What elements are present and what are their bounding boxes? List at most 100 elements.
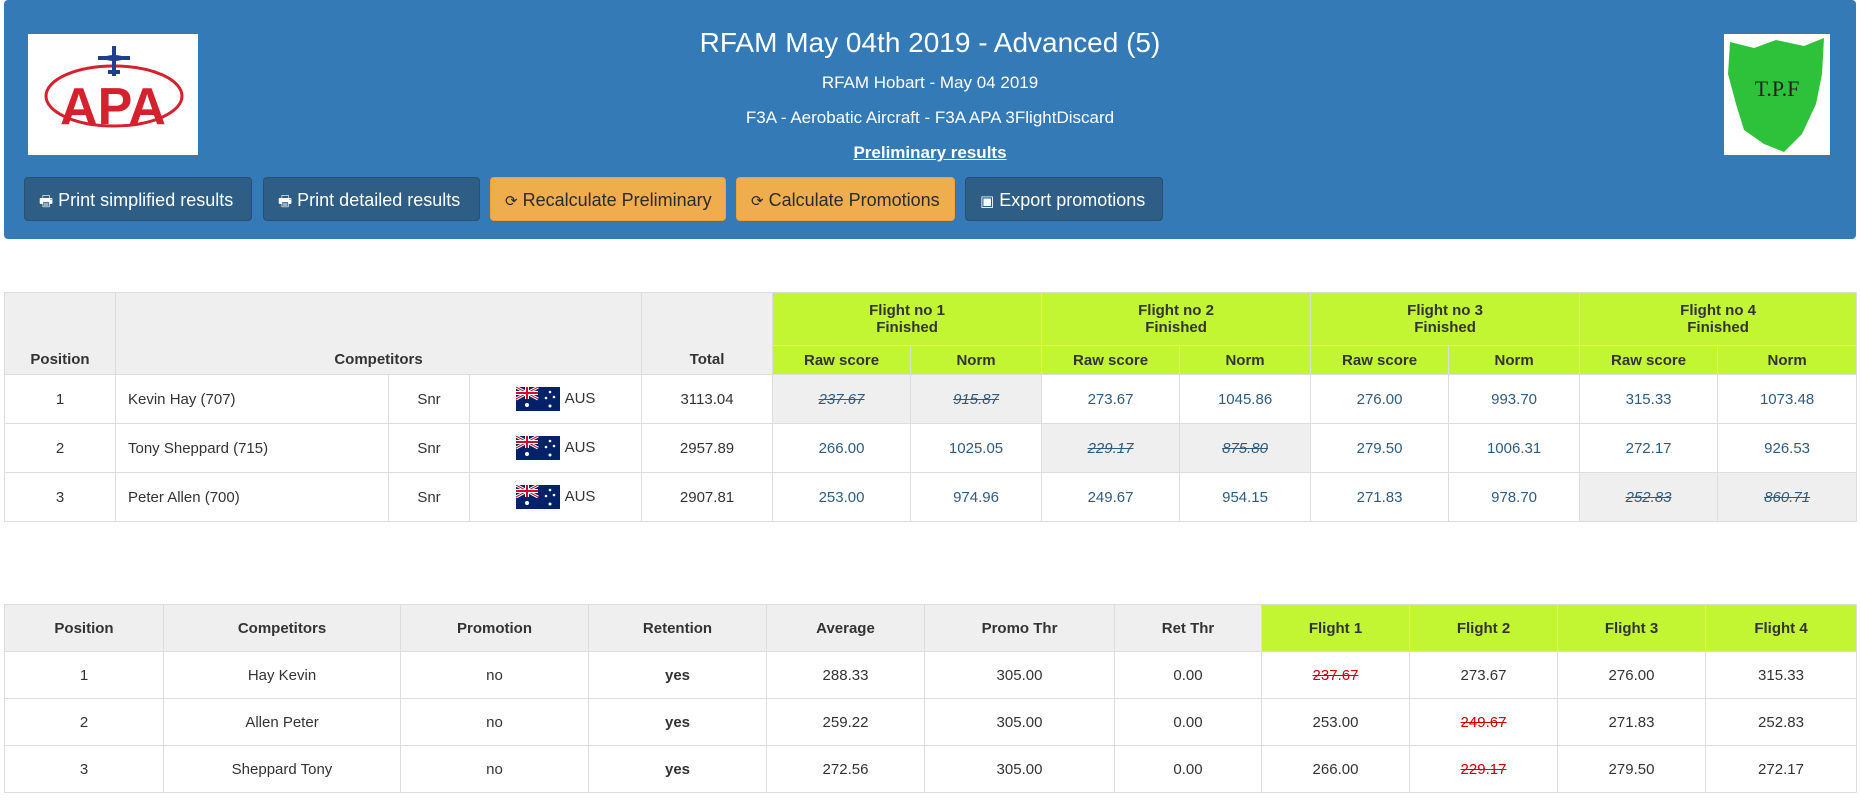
flight-score-cell: 279.50: [1557, 745, 1706, 793]
flight-2-header: Flight no 2 Finished: [1041, 292, 1312, 346]
event-subtitle: RFAM Hobart - May 04 2019: [821, 73, 1039, 92]
raw-score-cell: 237.67: [772, 374, 912, 424]
apa-logo: APA: [28, 34, 198, 155]
svg-text:T.P.F: T.P.F: [1755, 76, 1800, 101]
norm-score-cell: 860.71: [1717, 472, 1858, 522]
norm-score-cell: 1045.86: [1179, 374, 1312, 424]
flight-score-cell: 249.67: [1409, 698, 1558, 746]
flight-score-cell: 229.17: [1409, 745, 1558, 793]
class-cell: Snr: [388, 374, 470, 424]
norm-score-cell: 1006.31: [1448, 423, 1581, 473]
refresh-icon: ⟳: [505, 193, 518, 210]
norm-score-cell: 1073.48: [1717, 374, 1858, 424]
position-cell: 3: [4, 472, 116, 522]
position-cell: 1: [4, 374, 116, 424]
tpf-logo: T.P.F: [1724, 34, 1830, 155]
total-cell: 2957.89: [641, 423, 774, 473]
raw-score-cell: 315.33: [1579, 374, 1719, 424]
class-cell: Snr: [388, 423, 470, 473]
raw-score-cell: 273.67: [1041, 374, 1181, 424]
raw-score-cell: 252.83: [1579, 472, 1719, 522]
recalculate-preliminary-button[interactable]: ⟳ Recalculate Preliminary: [490, 177, 726, 221]
norm-score-cell: 926.53: [1717, 423, 1858, 473]
norm-score-cell: 1025.05: [910, 423, 1043, 473]
flight-score-cell: 253.00: [1261, 698, 1410, 746]
raw-score-cell: 249.67: [1041, 472, 1181, 522]
average-cell: 272.56: [766, 745, 925, 793]
total-cell: 3113.04: [641, 374, 774, 424]
promo-header-flight-1: Flight 1: [1261, 604, 1410, 652]
header-position: Position: [4, 292, 116, 375]
country-cell: AUS: [468, 374, 643, 424]
norm-score-cell: 875.80: [1179, 423, 1312, 473]
competitor-name: Kevin Hay (707): [115, 374, 389, 424]
raw-score-header: Raw score: [772, 345, 912, 375]
event-category: F3A - Aerobatic Aircraft - F3A APA 3Flig…: [745, 108, 1115, 127]
flight-score-cell: 266.00: [1261, 745, 1410, 793]
raw-score-header: Raw score: [1310, 345, 1450, 375]
promotion-cell: no: [400, 745, 589, 793]
australia-flag-icon: [514, 434, 560, 460]
average-cell: 288.33: [766, 651, 925, 699]
norm-header: Norm: [1717, 345, 1858, 375]
competitor-name: Tony Sheppard (715): [115, 423, 389, 473]
norm-header: Norm: [1179, 345, 1312, 375]
class-cell: Snr: [388, 472, 470, 522]
promo-row: 2 Allen Peter no yes 259.22 305.00 0.00 253.00 2…: [4, 698, 1857, 746]
retention-cell: yes: [588, 745, 767, 793]
raw-score-cell: 266.00: [772, 423, 912, 473]
promo-row: 3 Sheppard Tony no yes 272.56 305.00 0.00 266.0…: [4, 745, 1857, 793]
retention-cell: yes: [588, 698, 767, 746]
norm-score-cell: 954.15: [1179, 472, 1312, 522]
promotion-cell: no: [400, 651, 589, 699]
promo-threshold-cell: 305.00: [924, 745, 1115, 793]
retention-threshold-cell: 0.00: [1114, 745, 1262, 793]
promo-row: 1 Hay Kevin no yes 288.33 305.00 0.00 237.67 273…: [4, 651, 1857, 699]
flight-score-cell: 237.67: [1261, 651, 1410, 699]
flight-score-cell: 252.83: [1705, 698, 1857, 746]
promo-header-flight-4: Flight 4: [1705, 604, 1857, 652]
calculate-promotions-button[interactable]: ⟳ Calculate Promotions: [736, 177, 955, 221]
header-total: Total: [641, 292, 774, 375]
promotion-cell: no: [400, 698, 589, 746]
country-cell: AUS: [468, 472, 643, 522]
promo-threshold-cell: 305.00: [924, 698, 1115, 746]
header-competitors: Competitors: [114, 292, 643, 375]
printer-icon: 🖶: [278, 193, 293, 210]
position-cell: 3: [4, 745, 164, 793]
promo-header-flight-2: Flight 2: [1409, 604, 1558, 652]
results-row: 2 Tony Sheppard (715) Snr AUS 2957.89 266.00 1…: [4, 423, 1858, 473]
promo-header-flight-3: Flight 3: [1557, 604, 1706, 652]
results-table: Position Competitors Total Flight no 1 Fi…: [4, 292, 1858, 522]
competitor-name: Peter Allen (700): [115, 472, 389, 522]
raw-score-cell: 279.50: [1310, 423, 1450, 473]
australia-flag-icon: [514, 483, 560, 509]
norm-score-cell: 978.70: [1448, 472, 1581, 522]
export-promotions-button[interactable]: ▣ Export promotions: [965, 177, 1163, 221]
print-detailed-button[interactable]: 🖶 Print detailed results: [263, 177, 480, 221]
results-status: Preliminary results: [853, 143, 1007, 162]
competitor-name: Sheppard Tony: [163, 745, 401, 793]
raw-score-cell: 272.17: [1579, 423, 1719, 473]
print-simplified-button[interactable]: 🖶 Print simplified results: [24, 177, 252, 221]
excel-file-icon: ▣: [980, 193, 995, 210]
promo-header-retention: Retention: [588, 604, 767, 652]
flight-score-cell: 272.17: [1705, 745, 1857, 793]
total-cell: 2907.81: [641, 472, 774, 522]
flight-score-cell: 273.67: [1409, 651, 1558, 699]
flight-4-header: Flight no 4 Finished: [1579, 292, 1858, 346]
norm-score-cell: 915.87: [910, 374, 1043, 424]
promo-header-promotion: Promotion: [400, 604, 589, 652]
promo-header-competitors: Competitors: [163, 604, 401, 652]
promo-header-promo-thr: Promo Thr: [924, 604, 1115, 652]
norm-score-cell: 974.96: [910, 472, 1043, 522]
position-cell: 1: [4, 651, 164, 699]
position-cell: 2: [4, 698, 164, 746]
retention-cell: yes: [588, 651, 767, 699]
results-row: 3 Peter Allen (700) Snr AUS 2907.81 253.00 974…: [4, 472, 1858, 522]
promo-threshold-cell: 305.00: [924, 651, 1115, 699]
results-row: 1 Kevin Hay (707) Snr AUS 3113.04 237.67 915.8…: [4, 374, 1858, 424]
promo-header-ret-thr: Ret Thr: [1114, 604, 1262, 652]
australia-flag-icon: [514, 385, 560, 411]
page-title: RFAM May 04th 2019 - Advanced (5): [699, 27, 1161, 58]
